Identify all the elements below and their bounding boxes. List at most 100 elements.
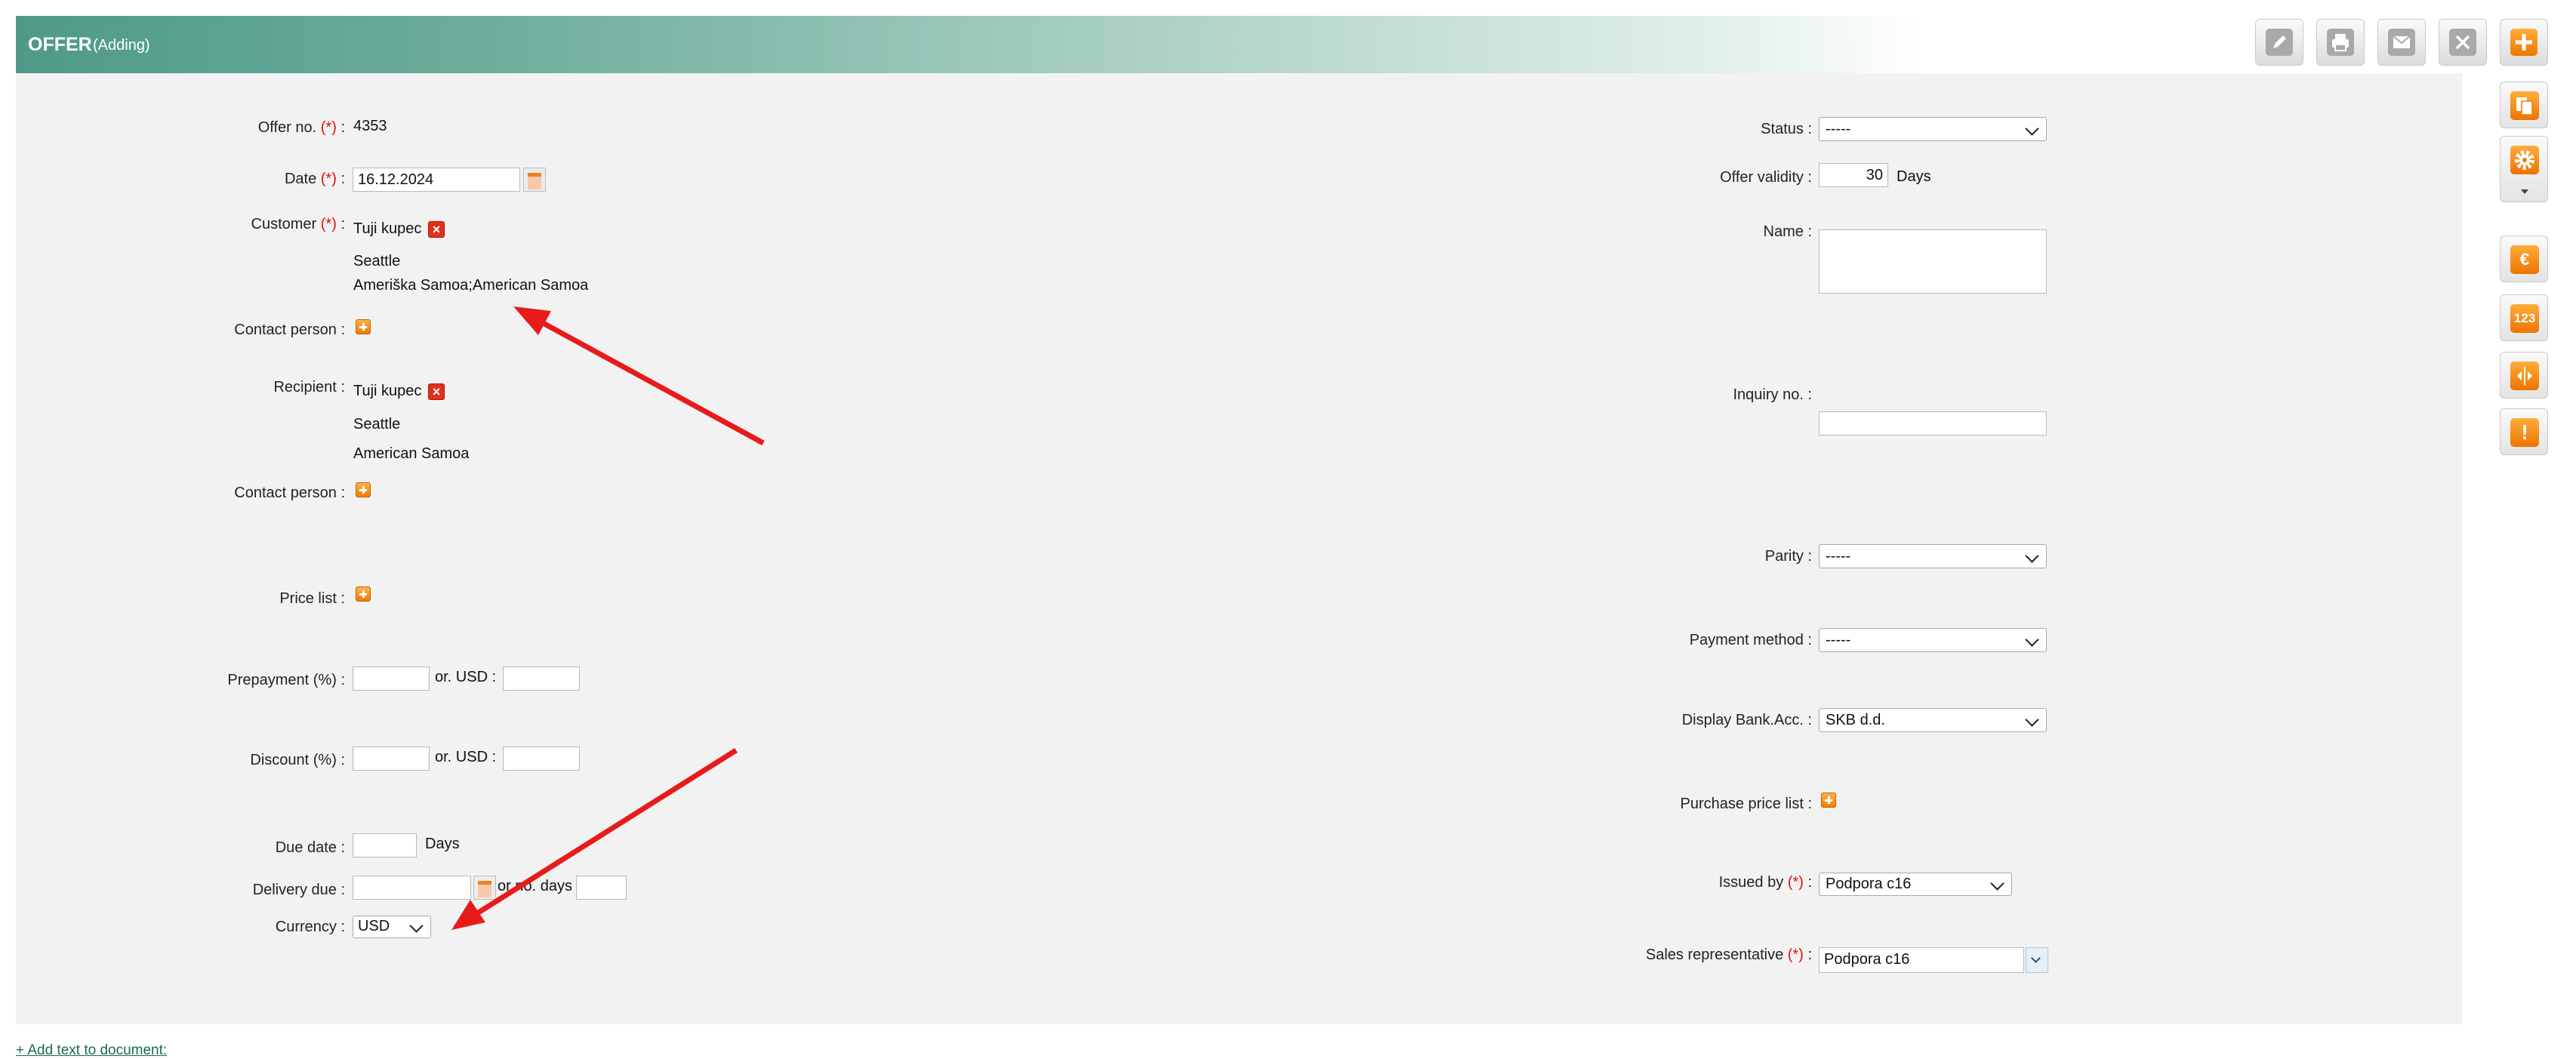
delivery-due-input[interactable] — [353, 876, 471, 900]
currency-button[interactable]: € — [2500, 236, 2548, 282]
close-icon — [2449, 29, 2476, 56]
add-recipient-contact-icon[interactable] — [356, 482, 371, 497]
split-button[interactable] — [2500, 352, 2548, 399]
add-contact-person-icon[interactable] — [356, 319, 371, 334]
issued-by-label: Issued by (*) : — [1718, 874, 1812, 891]
page-subtitle: (Adding) — [93, 37, 150, 54]
chevron-down-icon — [409, 919, 424, 933]
due-date-days-label: Days — [425, 836, 460, 852]
euro-icon: € — [2510, 245, 2539, 274]
discount-usd-label: or. USD : — [435, 749, 497, 765]
plus-icon — [2510, 29, 2537, 56]
add-button[interactable] — [2500, 19, 2548, 66]
remove-recipient-icon[interactable]: × — [428, 383, 445, 400]
parity-select[interactable]: ----- — [1819, 544, 2047, 568]
copy-icon — [2510, 91, 2539, 120]
edit-button[interactable] — [2255, 19, 2303, 66]
parity-label: Parity : — [1764, 548, 1812, 565]
email-button[interactable] — [2377, 19, 2426, 66]
due-date-label: Due date : — [275, 839, 345, 856]
currency-value: USD — [358, 918, 390, 934]
prepayment-percent-input[interactable] — [353, 666, 430, 691]
customer-label: Customer (*) : — [251, 216, 346, 232]
customer-city: Seattle — [353, 253, 401, 269]
gear-icon — [2510, 146, 2539, 174]
inquiry-no-input[interactable] — [1819, 411, 2047, 436]
discount-usd-input[interactable] — [503, 747, 580, 771]
remove-customer-icon[interactable]: × — [428, 221, 445, 238]
status-value: ----- — [1826, 121, 1851, 137]
page-header: OFFER (Adding) — [16, 16, 2462, 73]
prepayment-usd-input[interactable] — [503, 666, 580, 691]
offer-no-value: 4353 — [353, 118, 387, 134]
name-textarea[interactable] — [1819, 229, 2047, 294]
delivery-calendar-icon[interactable] — [473, 876, 496, 900]
status-label: Status : — [1761, 121, 1812, 137]
add-text-to-document-link[interactable]: + Add text to document: — [16, 1042, 167, 1059]
numbering-button[interactable]: 123 — [2500, 294, 2548, 341]
add-price-list-icon[interactable] — [356, 586, 371, 602]
delivery-due-label: Delivery due : — [252, 882, 345, 898]
offer-validity-unit: Days — [1897, 168, 1931, 185]
offer-validity-label: Offer validity : — [1720, 169, 1812, 186]
discount-label: Discount (%) : — [250, 752, 345, 768]
warning-button[interactable]: ! — [2500, 408, 2548, 455]
recipient-city: Seattle — [353, 416, 401, 433]
purchase-price-list-label: Purchase price list : — [1680, 796, 1812, 812]
date-label: Date (*) : — [284, 171, 345, 187]
prepayment-usd-label: or. USD : — [435, 669, 497, 685]
delivery-or-days-label: or no. days — [498, 878, 572, 894]
printer-icon — [2327, 29, 2354, 56]
price-list-label: Price list : — [279, 590, 345, 607]
bank-account-select[interactable]: SKB d.d. — [1819, 708, 2047, 732]
customer-country: Ameriška Samoa;American Samoa — [353, 277, 589, 294]
dropdown-arrow-icon — [2521, 189, 2528, 194]
close-button[interactable] — [2439, 19, 2487, 66]
name-label: Name : — [1763, 223, 1812, 240]
numbers-icon: 123 — [2510, 304, 2539, 333]
recipient-contact-person-label: Contact person : — [234, 485, 345, 501]
status-select[interactable]: ----- — [1819, 117, 2047, 141]
offer-no-label: Offer no. (*) : — [257, 119, 345, 136]
calendar-icon[interactable] — [523, 168, 546, 192]
contact-person-label: Contact person : — [234, 322, 345, 338]
issued-by-value: Podpora c16 — [1826, 876, 1912, 892]
recipient-country: American Samoa — [353, 445, 470, 462]
print-button[interactable] — [2316, 19, 2365, 66]
currency-label: Currency : — [275, 919, 345, 935]
chevron-down-icon — [2025, 713, 2039, 727]
chevron-down-icon — [2031, 953, 2041, 963]
currency-select[interactable]: USD — [353, 916, 431, 938]
settings-button[interactable] — [2500, 136, 2548, 202]
split-icon — [2510, 362, 2539, 390]
bank-account-label: Display Bank.Acc. : — [1681, 712, 1812, 728]
chevron-down-icon — [2025, 122, 2039, 136]
chevron-down-icon — [2025, 633, 2039, 647]
discount-percent-input[interactable] — [353, 747, 430, 771]
envelope-icon — [2388, 29, 2415, 56]
add-purchase-price-list-icon[interactable] — [1821, 793, 1836, 808]
warning-icon: ! — [2510, 418, 2539, 447]
offer-validity-input[interactable]: 30 — [1819, 163, 1888, 187]
prepayment-label: Prepayment (%) : — [227, 672, 345, 688]
copy-button[interactable] — [2500, 82, 2548, 128]
recipient-label: Recipient : — [273, 379, 345, 396]
delivery-days-input[interactable] — [576, 876, 627, 900]
parity-value: ----- — [1826, 548, 1851, 565]
chevron-down-icon — [2025, 549, 2039, 563]
pencil-icon — [2266, 29, 2293, 56]
payment-method-label: Payment method : — [1689, 632, 1812, 648]
inquiry-no-label: Inquiry no. : — [1733, 386, 1812, 403]
date-input[interactable]: 16.12.2024 — [353, 168, 520, 192]
recipient-name: Tuji kupec — [353, 383, 422, 399]
sales-representative-input[interactable]: Podpora c16 — [1819, 947, 2024, 973]
sales-representative-label: Sales representative (*) : — [1645, 947, 1812, 963]
bank-account-value: SKB d.d. — [1826, 712, 1885, 728]
customer-name: Tuji kupec — [353, 220, 422, 237]
chevron-down-icon — [1990, 876, 2004, 891]
sales-representative-dropdown-button[interactable] — [2026, 947, 2048, 973]
due-date-input[interactable] — [353, 833, 417, 857]
page-title: OFFER — [28, 34, 92, 55]
issued-by-select[interactable]: Podpora c16 — [1819, 873, 2012, 896]
payment-method-select[interactable]: ----- — [1819, 628, 2047, 652]
